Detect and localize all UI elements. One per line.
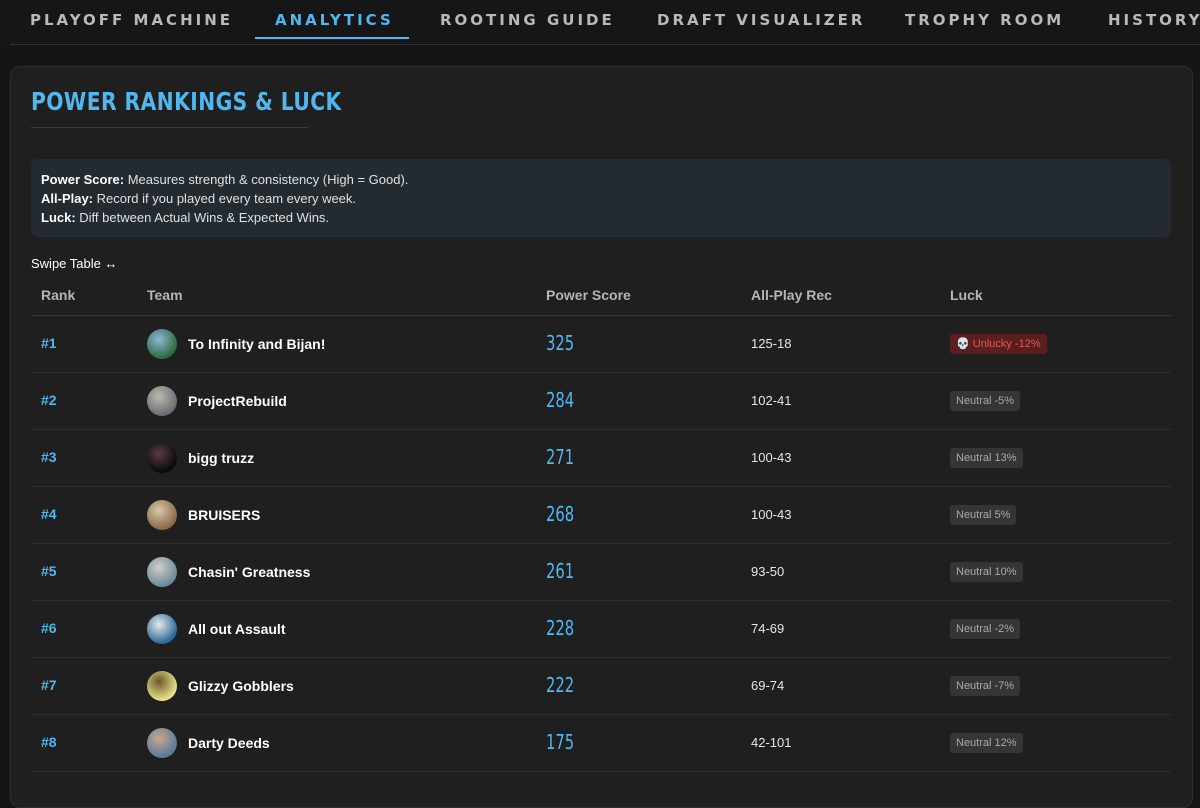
rank-cell: #6 — [41, 620, 57, 636]
table-row[interactable]: #8 Darty Deeds 175 42-101 Neutral 12% — [31, 715, 1171, 772]
power-score: 228 — [546, 616, 575, 640]
tab-trophy-room[interactable]: TROPHY ROOM — [905, 8, 1064, 32]
info-term: All-Play: — [41, 191, 94, 206]
team-avatar — [147, 671, 177, 701]
section-title: POWER RANKINGS & LUCK — [31, 87, 342, 116]
luck-badge: Neutral 13% — [950, 448, 1023, 468]
power-score: 325 — [546, 331, 575, 355]
luck-badge: Neutral 5% — [950, 505, 1017, 525]
header-rank: Rank — [41, 287, 76, 303]
power-rankings-card: POWER RANKINGS & LUCK Power Score: Measu… — [10, 66, 1193, 808]
rank-cell: #7 — [41, 677, 57, 693]
power-score: 271 — [546, 445, 575, 469]
team-name[interactable]: Chasin' Greatness — [188, 564, 310, 580]
table-row[interactable]: #6 All out Assault 228 74-69 Neutral -2% — [31, 601, 1171, 658]
tab-rooting-guide[interactable]: ROOTING GUIDE — [440, 8, 615, 32]
luck-badge: Neutral -7% — [950, 676, 1021, 696]
power-score: 222 — [546, 673, 575, 697]
tab-playoff-machine[interactable]: PLAYOFF MACHINE — [30, 8, 233, 32]
luck-badge: Neutral 12% — [950, 733, 1023, 753]
info-box: Power Score: Measures strength & consist… — [31, 159, 1171, 237]
info-luck: Luck: Diff between Actual Wins & Expecte… — [41, 210, 329, 225]
all-play-record: 69-74 — [751, 678, 785, 693]
table-header: Rank Team Power Score All-Play Rec Luck — [31, 277, 1171, 316]
team-name[interactable]: To Infinity and Bijan! — [188, 336, 325, 352]
rank-cell: #5 — [41, 563, 57, 579]
info-term: Luck: — [41, 210, 76, 225]
info-power-score: Power Score: Measures strength & consist… — [41, 172, 408, 187]
power-score: 261 — [546, 559, 575, 583]
team-name[interactable]: ProjectRebuild — [188, 393, 287, 409]
team-avatar — [147, 728, 177, 758]
team-avatar — [147, 557, 177, 587]
swipe-hint: Swipe Table ↔ — [31, 256, 118, 271]
table-row[interactable]: #2 ProjectRebuild 284 102-41 Neutral -5% — [31, 373, 1171, 430]
active-tab-indicator — [255, 37, 409, 39]
rank-cell: #8 — [41, 734, 57, 750]
table-row[interactable]: #3 bigg truzz 271 100-43 Neutral 13% — [31, 430, 1171, 487]
power-score: 175 — [546, 730, 575, 754]
tab-draft-visualizer[interactable]: DRAFT VISUALIZER — [657, 8, 865, 32]
info-text: Measures strength & consistency (High = … — [124, 172, 409, 187]
top-nav: PLAYOFF MACHINE ANALYTICS ROOTING GUIDE … — [0, 0, 1200, 45]
rank-cell: #4 — [41, 506, 57, 522]
power-score: 268 — [546, 502, 575, 526]
team-name[interactable]: BRUISERS — [188, 507, 260, 523]
header-power-score: Power Score — [546, 287, 631, 303]
title-divider — [31, 127, 308, 128]
team-avatar — [147, 443, 177, 473]
all-play-record: 74-69 — [751, 621, 785, 636]
all-play-record: 93-50 — [751, 564, 785, 579]
team-avatar — [147, 500, 177, 530]
all-play-record: 100-43 — [751, 450, 792, 465]
team-name[interactable]: Darty Deeds — [188, 735, 270, 751]
rank-cell: #3 — [41, 449, 57, 465]
tab-history[interactable]: HISTORY — [1108, 8, 1200, 32]
rankings-table-body[interactable]: #1 To Infinity and Bijan! 325 125-18 💀 Unluc… — [31, 316, 1171, 772]
luck-badge: Neutral -5% — [950, 391, 1021, 411]
luck-badge: Neutral 10% — [950, 562, 1023, 582]
all-play-record: 125-18 — [751, 336, 792, 351]
all-play-record: 100-43 — [751, 507, 792, 522]
header-all-play: All-Play Rec — [751, 287, 832, 303]
rank-cell: #2 — [41, 392, 57, 408]
rank-cell: #1 — [41, 335, 57, 351]
team-avatar — [147, 614, 177, 644]
info-all-play: All-Play: Record if you played every tea… — [41, 191, 356, 206]
all-play-record: 102-41 — [751, 393, 792, 408]
header-team: Team — [147, 287, 183, 303]
team-avatar — [147, 329, 177, 359]
power-score: 284 — [546, 388, 575, 412]
team-name[interactable]: All out Assault — [188, 621, 286, 637]
info-text: Record if you played every team every we… — [93, 191, 357, 206]
table-row[interactable]: #7 Glizzy Gobblers 222 69-74 Neutral -7% — [31, 658, 1171, 715]
team-name[interactable]: bigg truzz — [188, 450, 254, 466]
luck-badge: 💀 Unlucky -12% — [950, 334, 1047, 354]
info-text: Diff between Actual Wins & Expected Wins… — [75, 210, 330, 225]
info-term: Power Score: — [41, 172, 125, 187]
team-avatar — [147, 386, 177, 416]
table-row[interactable]: #1 To Infinity and Bijan! 325 125-18 💀 Unluc… — [31, 316, 1171, 373]
all-play-record: 42-101 — [751, 735, 792, 750]
team-name[interactable]: Glizzy Gobblers — [188, 678, 294, 694]
table-row[interactable]: #4 BRUISERS 268 100-43 Neutral 5% — [31, 487, 1171, 544]
table-row[interactable]: #5 Chasin' Greatness 261 93-50 Neutral 10% — [31, 544, 1171, 601]
luck-badge: Neutral -2% — [950, 619, 1021, 639]
nav-divider — [10, 44, 1200, 45]
header-luck: Luck — [950, 287, 983, 303]
tab-analytics[interactable]: ANALYTICS — [275, 8, 394, 32]
